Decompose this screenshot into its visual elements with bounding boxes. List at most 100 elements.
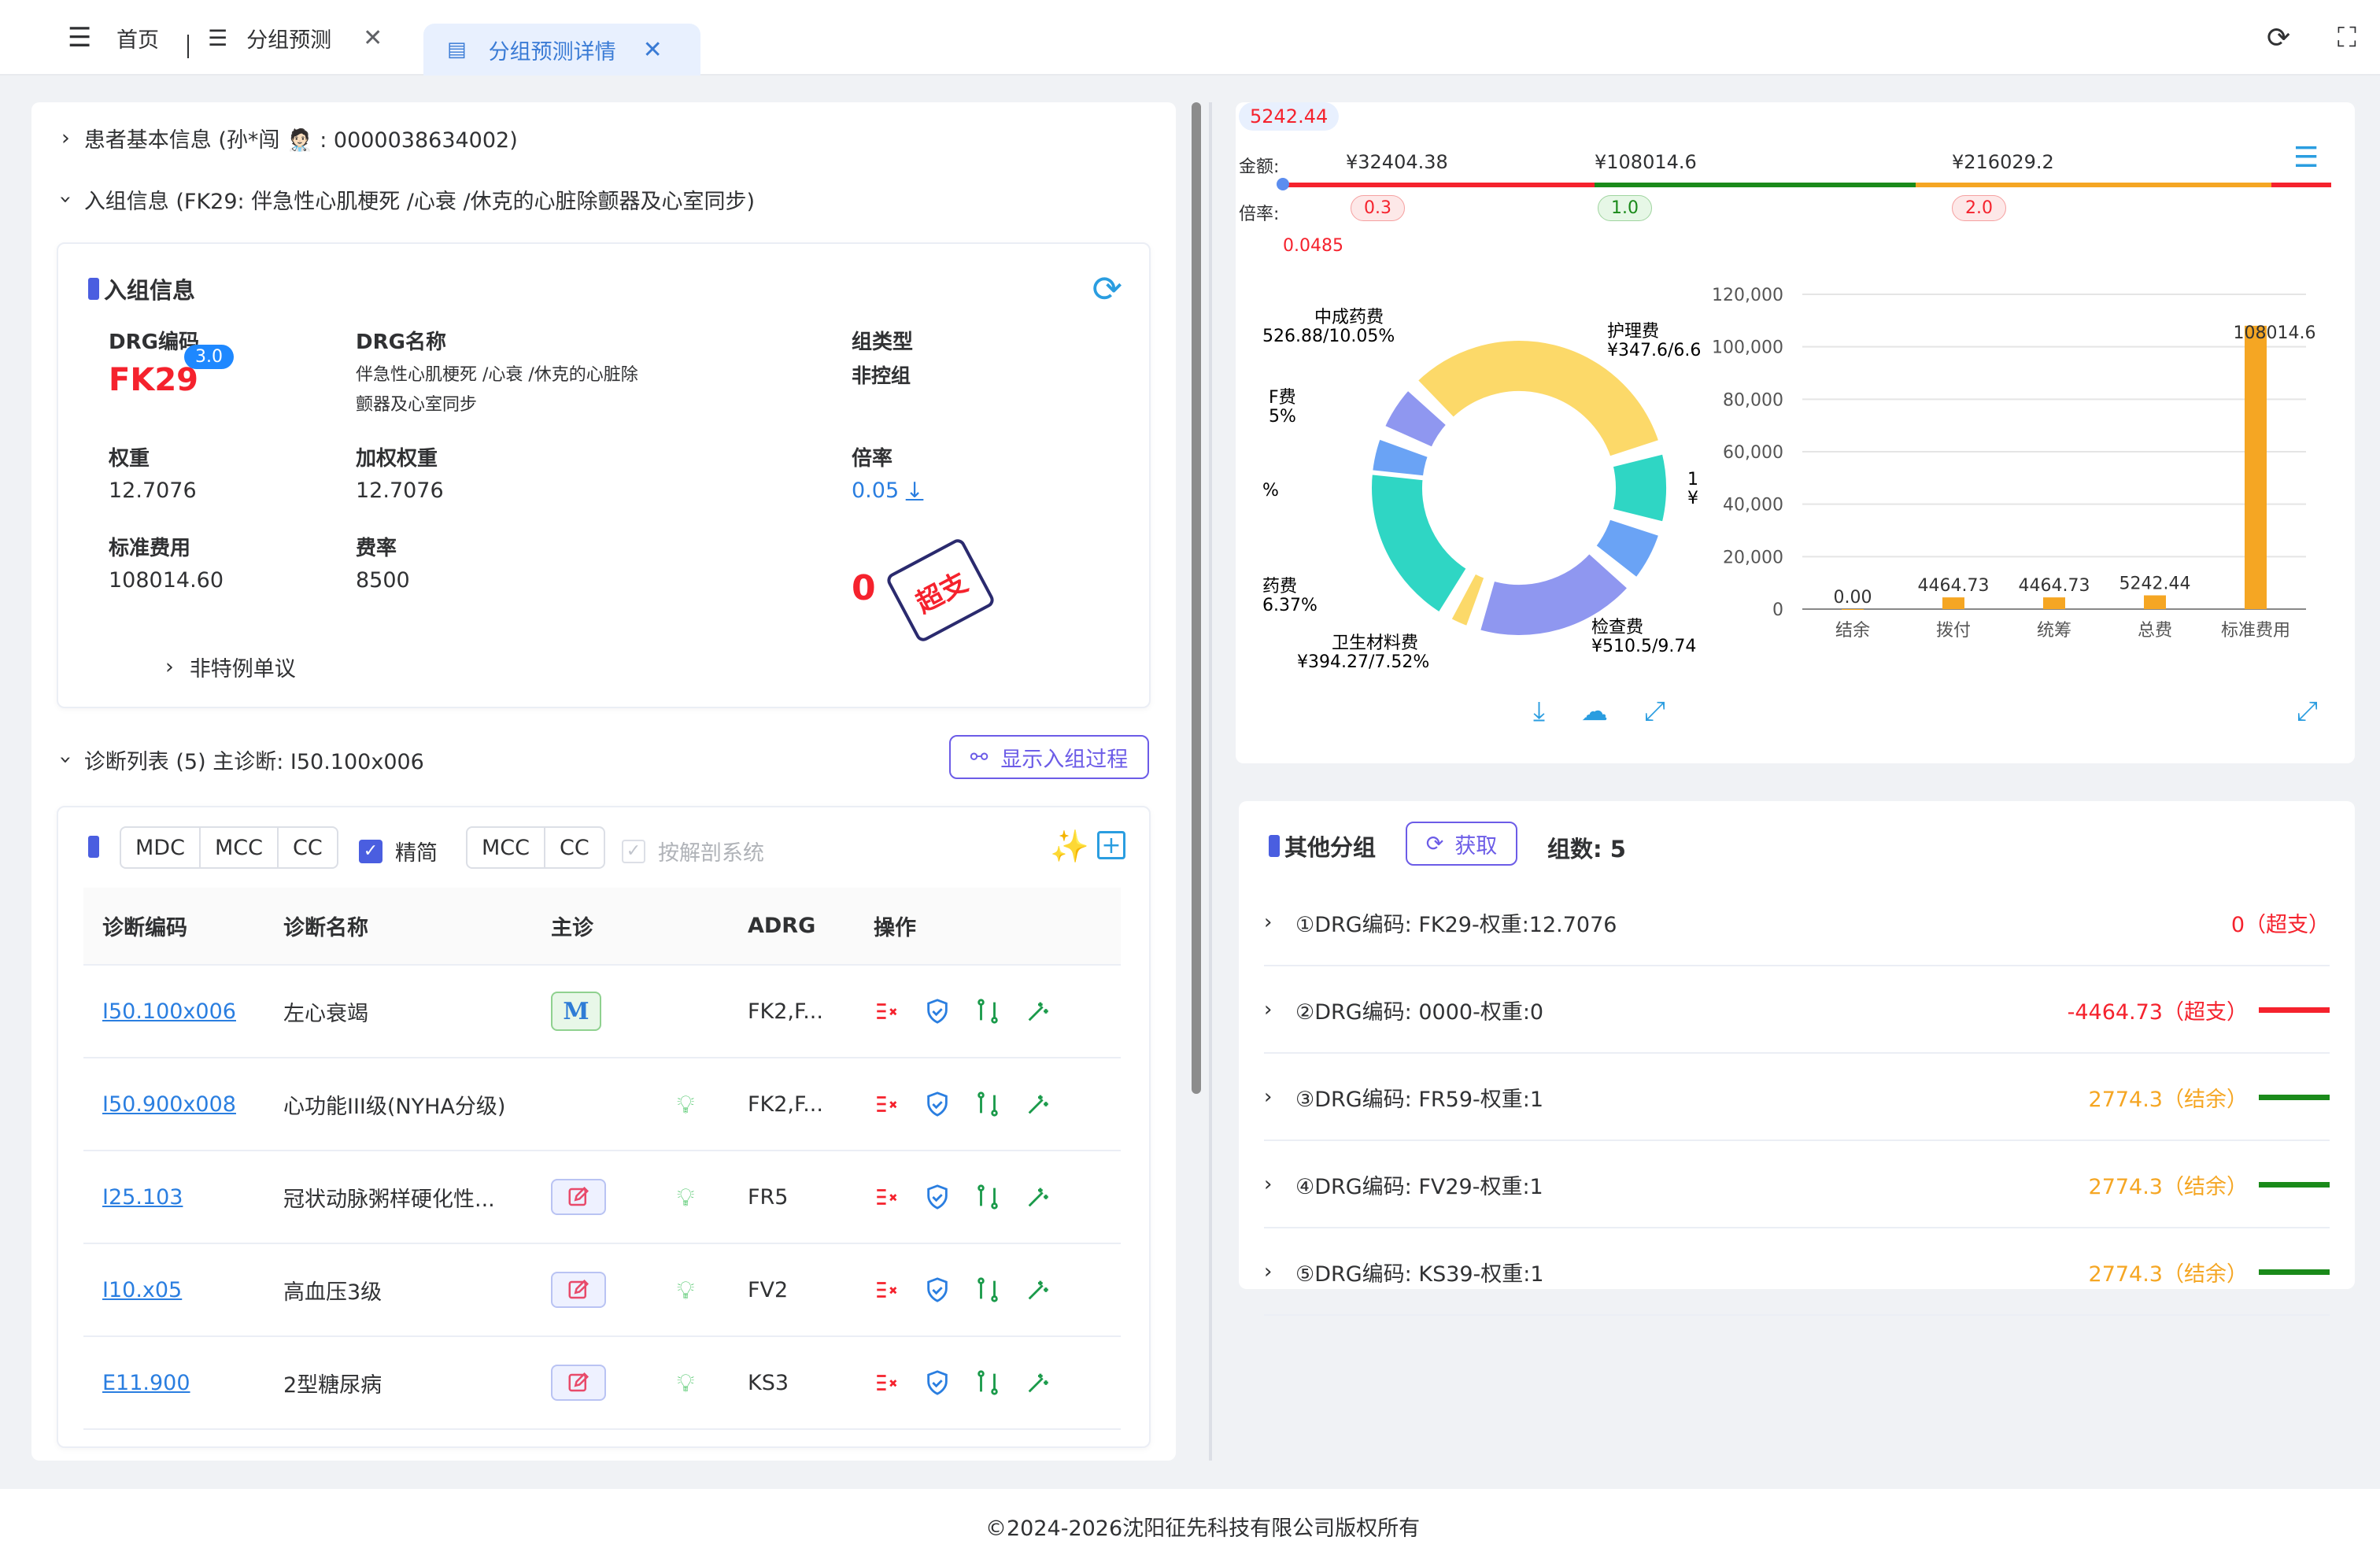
diag-code-cell[interactable]: E11.900 xyxy=(83,1336,264,1430)
diag-code-link[interactable]: E11.900 xyxy=(102,1371,190,1395)
branch-icon[interactable] xyxy=(974,1091,1001,1117)
shield-icon[interactable] xyxy=(924,1184,951,1210)
magic-icon[interactable] xyxy=(1025,1276,1051,1303)
shield-icon[interactable] xyxy=(924,998,951,1025)
magic-icon[interactable] xyxy=(1025,998,1051,1025)
diag-code-link[interactable]: I25.103 xyxy=(102,1185,183,1210)
chevron-right-icon[interactable]: › xyxy=(1264,911,1295,934)
stdcost-value: 108014.60 xyxy=(109,568,224,593)
version-badge: 3.0 xyxy=(184,345,234,369)
other-group-row[interactable]: › ①DRG编码: FK29-权重:12.7076 0（超支） xyxy=(1264,880,2330,966)
diag-code-link[interactable]: I10.x05 xyxy=(102,1278,182,1302)
edit-icon[interactable] xyxy=(551,1179,606,1215)
donut-label-7-name: 1 xyxy=(1687,470,1698,489)
branch-icon[interactable] xyxy=(974,998,1001,1025)
branch-icon[interactable] xyxy=(974,1276,1001,1303)
scrollbar[interactable] xyxy=(1192,102,1201,1094)
other-group-row[interactable]: › ②DRG编码: 0000-权重:0 -4464.73（超支） xyxy=(1264,967,2330,1054)
sparkle-icon[interactable]: ✨ xyxy=(1050,828,1089,865)
expand-icon[interactable]: ⤢ xyxy=(1644,696,1665,727)
shield-icon[interactable] xyxy=(924,1091,951,1117)
diag-code-cell[interactable]: I10.x05 xyxy=(83,1243,264,1337)
other-group-result: 2774.3（结余） xyxy=(2089,1169,2330,1200)
other-group-result: 2774.3（结余） xyxy=(2089,1257,2330,1287)
tab-group-predict[interactable]: ☰ 分组预测 ✕ xyxy=(208,0,382,76)
seg-cc[interactable]: CC xyxy=(279,828,337,867)
diag-header[interactable]: › 诊断列表 (5) 主诊断: I50.100x006 xyxy=(54,744,424,775)
chevron-right-icon[interactable]: › xyxy=(1264,1173,1295,1196)
split-divider[interactable] xyxy=(1209,102,1212,1461)
patient-basic-header[interactable]: › 患者基本信息 (孙*闯 🧑🏻‍⚕️ : 0000038634002) xyxy=(61,123,518,153)
scale-red-segment xyxy=(1281,183,1595,187)
add-icon[interactable]: + xyxy=(1097,831,1125,859)
fullscreen-icon[interactable]: ⛶ xyxy=(2338,0,2356,76)
adrg-cell: KS3 xyxy=(729,1336,855,1430)
non-special-toggle[interactable]: › 非特例单议 xyxy=(165,652,296,682)
diag-code-cell[interactable]: I50.100x006 xyxy=(83,965,264,1058)
diag-code-cell[interactable]: I50.900x008 xyxy=(83,1058,264,1151)
donut-slice[interactable] xyxy=(1367,470,1472,618)
remove-icon[interactable] xyxy=(874,1184,900,1210)
refresh-icon[interactable]: ⟳ xyxy=(2267,0,2290,76)
admit-header[interactable]: › 入组信息 (FK29: 伴急性心肌梗死 /心衰 /休克的心脏除颤器及心室同步) xyxy=(54,184,755,215)
seg-filter-1: MDC MCC CC xyxy=(120,826,338,869)
expand-icon[interactable]: ⤢ xyxy=(2297,696,2318,727)
lightbulb-icon[interactable]: 💡︎ xyxy=(677,1089,694,1119)
lightbulb-icon[interactable]: 💡︎ xyxy=(677,1368,694,1398)
seg-cc-2[interactable]: CC xyxy=(545,828,604,867)
other-group-value: 2774.3（结余） xyxy=(2088,1261,2248,1287)
admission-title: 入组信息 xyxy=(88,272,195,305)
other-group-row[interactable]: › ④DRG编码: FV29-权重:1 2774.3（结余） xyxy=(1264,1142,2330,1228)
refresh-icon[interactable]: ⟳ xyxy=(1092,268,1122,310)
diag-code-link[interactable]: I50.900x008 xyxy=(102,1092,236,1117)
seg-mdc[interactable]: MDC xyxy=(121,828,201,867)
chevron-right-icon[interactable]: › xyxy=(1264,1085,1295,1109)
simplify-checkbox[interactable]: ✓ 精简 xyxy=(359,836,438,866)
diag-code-cell[interactable]: I25.103 xyxy=(83,1151,264,1244)
branch-icon[interactable] xyxy=(974,1369,1001,1396)
lightbulb-icon[interactable]: 💡︎ xyxy=(677,1182,694,1212)
chevron-right-icon[interactable]: › xyxy=(1264,998,1295,1021)
magic-icon[interactable] xyxy=(1025,1091,1051,1117)
edit-icon[interactable] xyxy=(551,1272,606,1308)
adrg-cell: FR5 xyxy=(729,1151,855,1244)
indent-icon[interactable]: ☰ xyxy=(2293,142,2319,174)
tab-home[interactable]: 首页 xyxy=(116,0,159,76)
tab-group-detail[interactable]: ▤ 分组预测详情 ✕ xyxy=(423,24,700,76)
show-process-button[interactable]: ⚯ 显示入组过程 xyxy=(949,735,1149,779)
menu-icon[interactable]: ☰ xyxy=(68,0,91,76)
remove-icon[interactable] xyxy=(874,1276,900,1303)
anatomy-checkbox[interactable]: ✓ 按解剖系统 xyxy=(622,836,764,866)
seg-mcc-2[interactable]: MCC xyxy=(468,828,546,867)
main-diag-badge[interactable]: M xyxy=(551,992,601,1031)
other-group-label: ②DRG编码: 0000-权重:0 xyxy=(1295,999,1544,1025)
magic-icon[interactable] xyxy=(1025,1369,1051,1396)
shield-icon[interactable] xyxy=(924,1276,951,1303)
title-marker xyxy=(88,836,99,858)
donut-slice[interactable] xyxy=(1608,449,1671,526)
branch-icon[interactable] xyxy=(974,1184,1001,1210)
chevron-right-icon[interactable]: › xyxy=(1264,1260,1295,1284)
stdcost-label: 标准费用 xyxy=(109,537,191,560)
lightbulb-icon[interactable]: 💡︎ xyxy=(677,1275,694,1305)
main-cell xyxy=(532,1336,658,1430)
remove-icon[interactable] xyxy=(874,1369,900,1396)
close-icon[interactable]: ✕ xyxy=(643,36,663,64)
edit-icon[interactable] xyxy=(551,1365,606,1401)
diag-code-link[interactable]: I50.100x006 xyxy=(102,999,236,1024)
shield-icon[interactable] xyxy=(924,1369,951,1396)
other-group-row[interactable]: › ⑤DRG编码: KS39-权重:1 2774.3（结余） xyxy=(1264,1229,2330,1316)
remove-icon[interactable] xyxy=(874,998,900,1025)
remove-icon[interactable] xyxy=(874,1091,900,1117)
table-row: I50.100x006 左心衰竭 M FK2,F... xyxy=(83,965,1121,1058)
title-marker xyxy=(1269,835,1280,857)
other-title-text: 其他分组 xyxy=(1284,834,1377,861)
download-icon[interactable]: ⤓ xyxy=(1533,696,1545,727)
magic-icon[interactable] xyxy=(1025,1184,1051,1210)
other-group-row[interactable]: › ③DRG编码: FR59-权重:1 2774.3（结余） xyxy=(1264,1055,2330,1141)
close-icon[interactable]: ✕ xyxy=(363,24,382,52)
cloud-icon[interactable]: ☁ xyxy=(1581,696,1608,727)
bar xyxy=(2144,595,2166,609)
seg-mcc[interactable]: MCC xyxy=(201,828,279,867)
fetch-button[interactable]: ⟳ 获取 xyxy=(1406,822,1517,866)
